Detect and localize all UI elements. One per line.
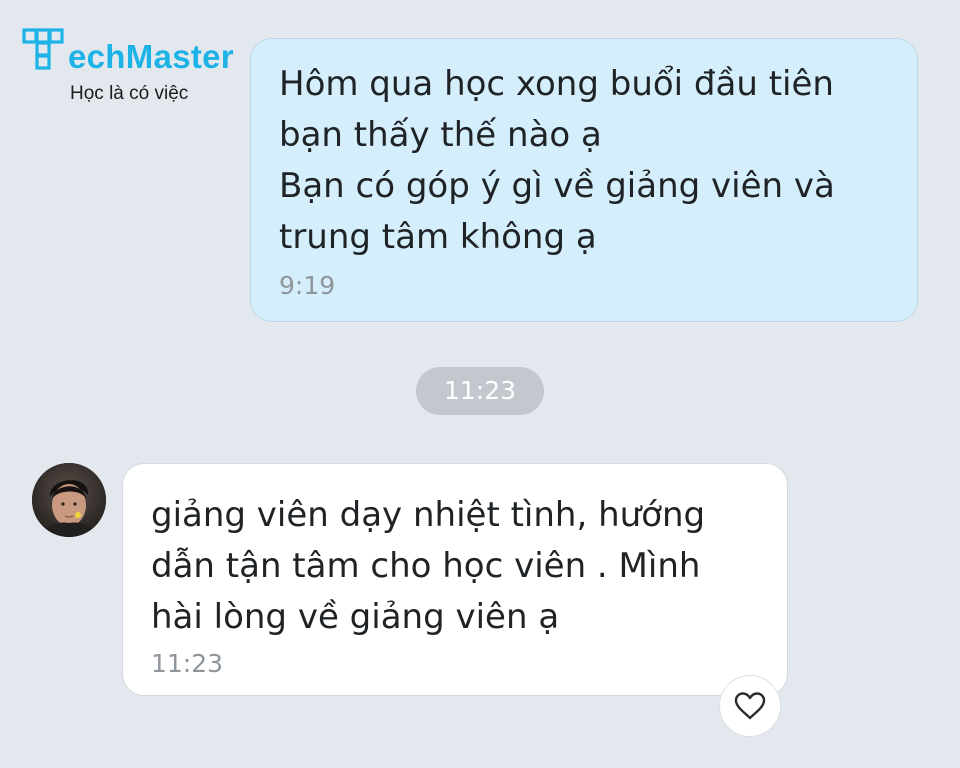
logo-wordmark: echMaster [68,38,234,75]
message-text-line: bạn thấy thế nào ạ [279,115,602,155]
message-bubble-outgoing[interactable]: Hôm qua học xong buổi đầu tiên bạn thấy … [250,38,918,322]
message-text-line: Hôm qua học xong buổi đầu tiên [279,64,834,104]
user-avatar[interactable] [32,463,106,537]
message-bubble-incoming[interactable]: giảng viên dạy nhiệt tình, hướng dẫn tận… [122,463,788,696]
message-text-line: dẫn tận tâm cho học viên . Mình [151,546,701,586]
time-separator: 11:23 [416,367,544,415]
reaction-button[interactable] [719,675,781,737]
techmaster-logo: echMaster Học là có việc [20,26,252,106]
avatar-image [32,463,106,537]
message-timestamp: 11:23 [151,649,224,678]
techmaster-logo-icon [22,28,64,70]
message-text-line: Bạn có góp ý gì về giảng viên và [279,166,835,206]
message-text-line: trung tâm không ạ [279,217,597,257]
message-timestamp: 9:19 [279,271,336,300]
message-text-line: giảng viên dạy nhiệt tình, hướng [151,495,706,535]
heart-icon [734,692,766,720]
message-text-line: hài lòng về giảng viên ạ [151,597,560,637]
logo-tagline: Học là có việc [70,83,189,104]
